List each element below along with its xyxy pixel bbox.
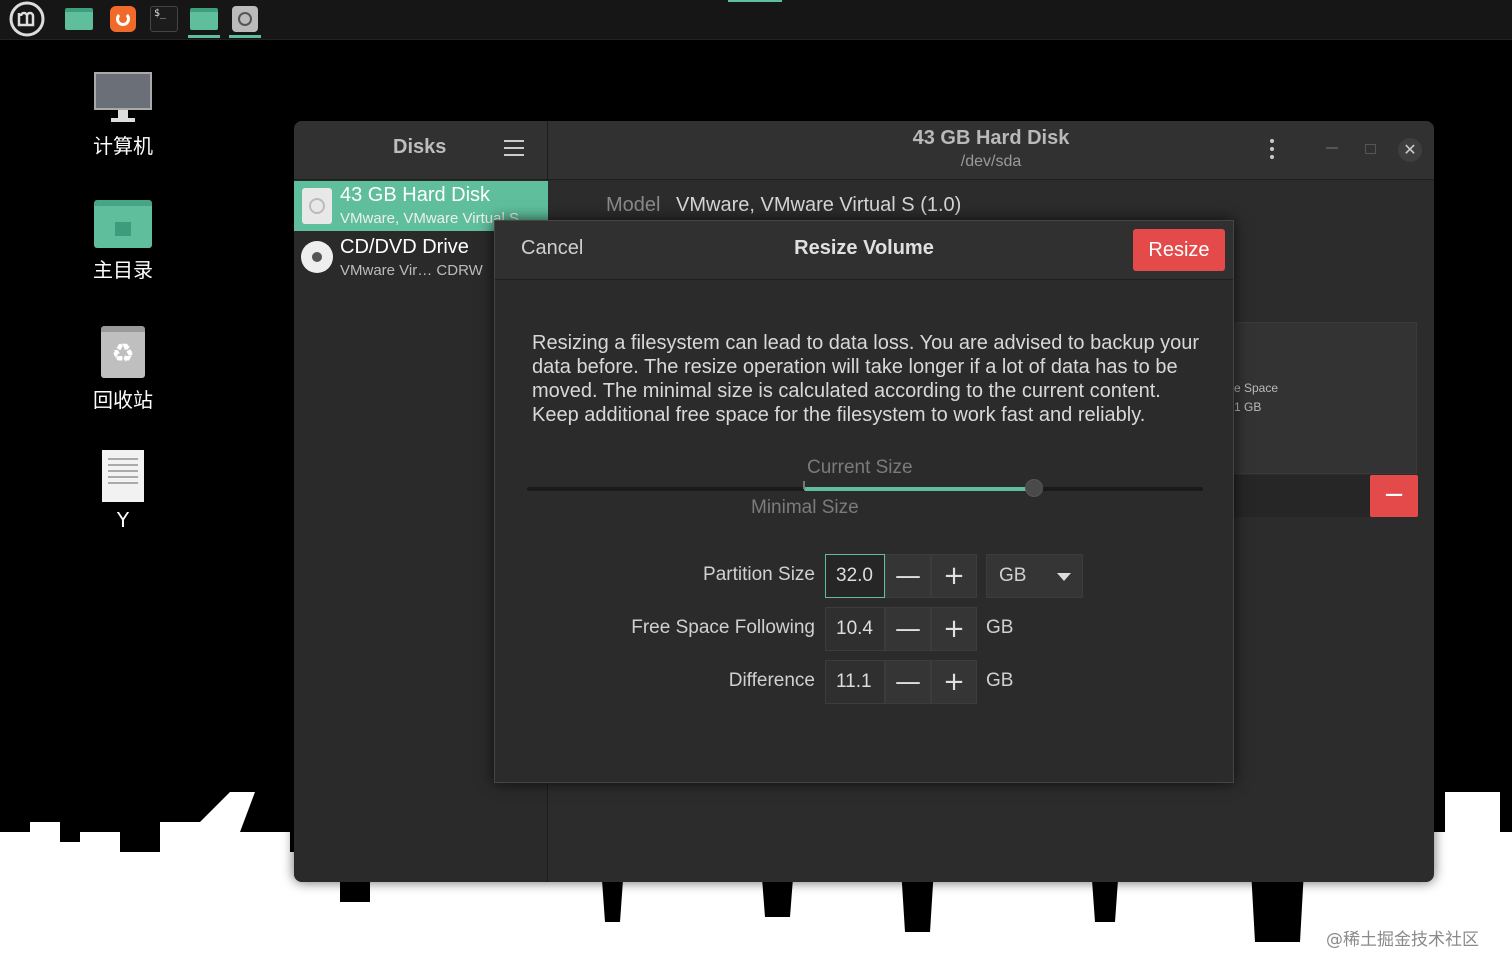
delete-partition-button[interactable]: − (1370, 475, 1418, 517)
desktop-label-computer: 计算机 (93, 134, 153, 158)
unit-dropdown-value: GB (999, 565, 1027, 586)
desktop-computer[interactable]: 计算机 (68, 72, 178, 159)
difference-input[interactable]: 11.1 (825, 660, 885, 704)
size-slider[interactable]: Current Size Minimal Size (527, 451, 1203, 521)
desktop-label-y: Y (116, 508, 130, 532)
desktop-home[interactable]: 主目录 (68, 200, 178, 283)
dialog-title: Resize Volume (794, 237, 934, 259)
disk-title: 43 GB Hard Disk (912, 127, 1070, 149)
device-name: 43 GB Hard Disk (340, 184, 491, 206)
volume-toolbar (1234, 475, 1370, 517)
trash-icon: ♻ (101, 326, 145, 378)
sidebar-title: Disks (393, 136, 447, 158)
panel-indicator (728, 0, 782, 2)
optical-disc-icon (301, 241, 333, 273)
hamburger-menu-icon[interactable] (504, 140, 524, 158)
home-folder-icon (94, 200, 152, 248)
partition-size-label: Partition Size (703, 564, 815, 585)
show-desktop-icon[interactable] (60, 2, 98, 36)
computer-icon (94, 72, 152, 124)
terminal-icon[interactable]: $_ (145, 2, 183, 36)
firefox-icon[interactable] (104, 2, 142, 36)
desktop-file-y[interactable]: Y (68, 450, 178, 532)
desktop-trash[interactable]: ♻ 回收站 (68, 326, 178, 413)
disk-device-path: /dev/sda (960, 153, 1022, 170)
unit-dropdown[interactable]: GB (986, 554, 1083, 598)
free-space-row: Free Space Following 10.4 — + GB (495, 607, 1233, 651)
free-space-increment-button[interactable]: + (931, 607, 977, 651)
partition-size-row: Partition Size 32.0 — + GB (495, 554, 1233, 598)
caret-down-icon (1057, 573, 1071, 581)
mint-menu-icon[interactable] (8, 1, 46, 37)
hard-disk-icon (302, 188, 332, 224)
difference-increment-button[interactable]: + (931, 660, 977, 704)
top-panel: $_ (0, 0, 1512, 40)
close-icon[interactable]: ✕ (1398, 138, 1422, 162)
disk-header: 43 GB Hard Disk /dev/sda (548, 121, 1434, 180)
partition-size-decrement-button[interactable]: — (885, 554, 931, 598)
desktop-label-trash: 回收站 (93, 388, 153, 412)
minimal-size-label: Minimal Size (751, 497, 859, 518)
free-space-input[interactable]: 10.4 (825, 607, 885, 651)
free-space-decrement-button[interactable]: — (885, 607, 931, 651)
resize-volume-dialog: Cancel Resize Volume Resize Resizing a f… (494, 220, 1234, 783)
warning-text: Resizing a filesystem can lead to data l… (532, 332, 1200, 426)
partition-size-input[interactable]: 32.0 (825, 554, 885, 598)
difference-unit: GB (986, 670, 1014, 691)
files-icon[interactable] (185, 2, 223, 38)
kebab-menu-icon[interactable] (1270, 139, 1276, 161)
disks-app-icon[interactable] (226, 2, 264, 38)
model-row: Model VMware, VMware Virtual S (1.0) (606, 194, 961, 217)
volume-map-segment[interactable] (1214, 322, 1417, 474)
difference-label: Difference (728, 670, 815, 691)
free-space-label: Free Space Following (631, 617, 815, 638)
watermark: @稀土掘金技术社区 (1326, 930, 1479, 950)
volume-segment-size: 1 GB (1234, 400, 1262, 414)
model-label: Model (606, 194, 661, 216)
resize-button[interactable]: Resize (1133, 229, 1225, 271)
slider-knob[interactable] (1025, 479, 1043, 497)
difference-row: Difference 11.1 — + GB (495, 660, 1233, 704)
volume-segment-label: e Space (1234, 381, 1279, 395)
current-size-label: Current Size (807, 457, 913, 478)
device-name: CD/DVD Drive (340, 236, 469, 258)
free-space-unit: GB (986, 617, 1014, 638)
difference-decrement-button[interactable]: — (885, 660, 931, 704)
partition-size-increment-button[interactable]: + (931, 554, 977, 598)
minimal-size-mark (803, 481, 805, 489)
desktop-label-home: 主目录 (93, 258, 153, 282)
document-icon (102, 450, 144, 502)
maximize-icon[interactable] (1365, 144, 1376, 154)
minimize-icon[interactable] (1326, 147, 1338, 149)
dialog-header: Cancel Resize Volume Resize (495, 221, 1233, 280)
model-value: VMware, VMware Virtual S (1.0) (676, 194, 962, 216)
sidebar-header: Disks (294, 121, 547, 180)
slider-fill (804, 487, 1034, 491)
